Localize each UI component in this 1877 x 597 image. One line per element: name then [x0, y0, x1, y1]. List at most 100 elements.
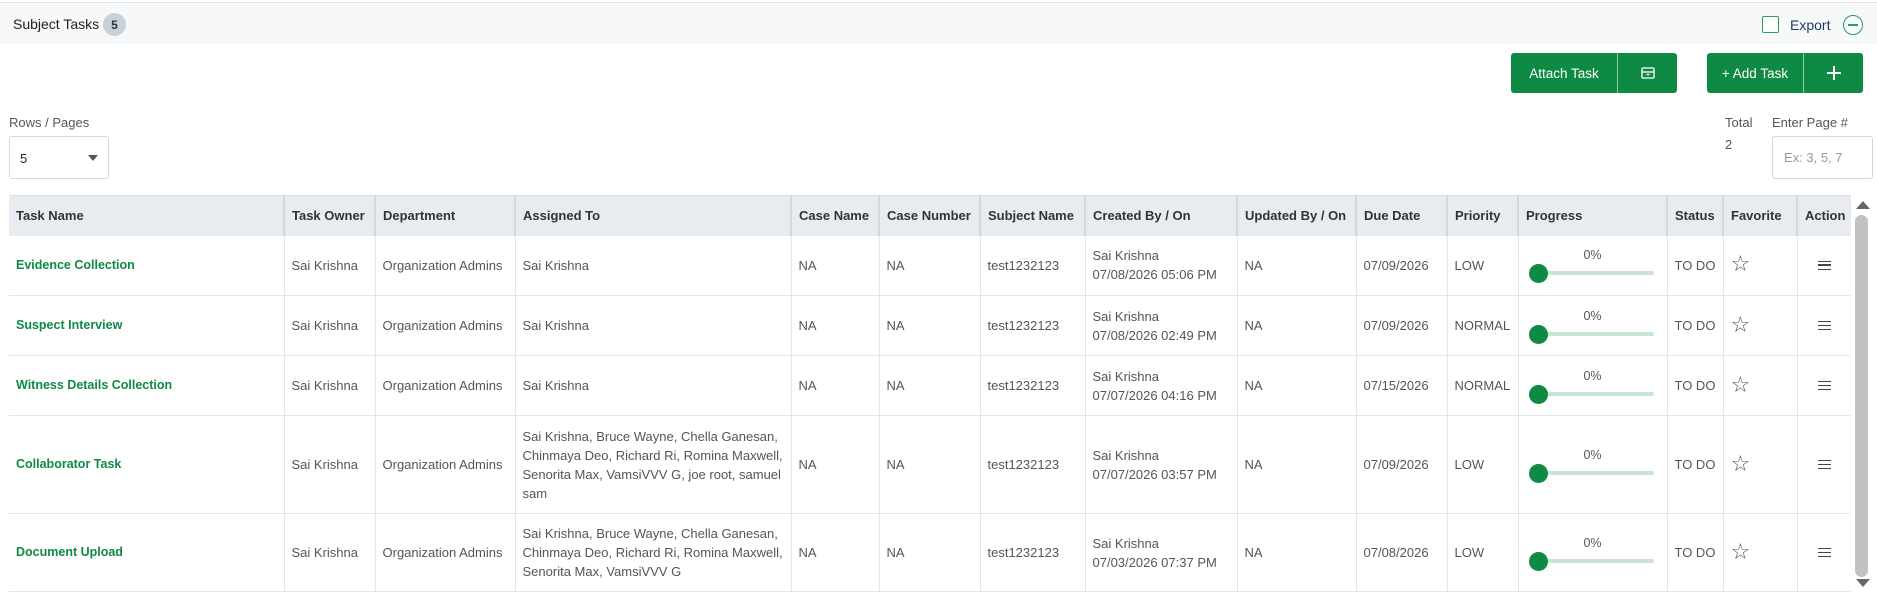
star-outline-icon[interactable]: ☆: [1731, 251, 1751, 276]
star-outline-icon[interactable]: ☆: [1731, 372, 1751, 397]
due-date-cell: 07/09/2026: [1356, 295, 1448, 356]
status-cell: TO DO: [1667, 295, 1724, 356]
task-name-link[interactable]: Witness Details Collection: [9, 355, 285, 416]
progress-cell: 0%: [1518, 513, 1668, 592]
progress-slider[interactable]: 0%: [1526, 305, 1660, 347]
column-header[interactable]: Favorite: [1723, 195, 1798, 236]
created-on: 07/08/2026 05:06 PM: [1092, 267, 1217, 283]
add-task-button[interactable]: + Add Task: [1707, 53, 1863, 93]
column-header[interactable]: Progress: [1518, 195, 1668, 236]
column-header[interactable]: Due Date: [1356, 195, 1448, 236]
task-name-link[interactable]: Evidence Collection: [9, 235, 285, 296]
table-row[interactable]: Evidence Collection Sai Krishna Organizati…: [9, 235, 1851, 296]
progress-handle[interactable]: [1528, 324, 1548, 344]
task-owner-cell: Sai Krishna: [284, 295, 376, 356]
table-row[interactable]: Suspect Interview Sai Krishna Organization…: [9, 295, 1851, 356]
favorite-cell: ☆: [1723, 415, 1798, 514]
star-outline-icon[interactable]: ☆: [1731, 539, 1751, 564]
department-cell: Organization Admins: [375, 355, 516, 416]
column-header[interactable]: Task Name: [9, 195, 285, 236]
rows-per-page-select[interactable]: 5: [9, 136, 109, 179]
due-date-cell: 07/08/2026: [1356, 513, 1448, 592]
column-header[interactable]: Subject Name: [980, 195, 1086, 236]
created-on: 07/07/2026 03:57 PM: [1092, 466, 1217, 482]
star-outline-icon[interactable]: ☆: [1731, 451, 1751, 476]
created-by-on-cell: Sai Krishna 07/07/2026 03:57 PM: [1085, 415, 1238, 514]
column-header[interactable]: Task Owner: [284, 195, 376, 236]
created-by-on-cell: Sai Krishna 07/08/2026 02:49 PM: [1085, 295, 1238, 356]
rows-per-page-value: 5: [20, 151, 28, 166]
collapse-icon[interactable]: [1843, 15, 1863, 35]
case-number-cell: NA: [879, 415, 981, 514]
task-count-badge: 5: [103, 13, 126, 36]
column-header[interactable]: Updated By / On: [1237, 195, 1357, 236]
progress-slider[interactable]: 0%: [1526, 244, 1660, 286]
chevron-down-icon: [88, 155, 98, 161]
scrollbar-thumb[interactable]: [1855, 215, 1868, 577]
column-header[interactable]: Created By / On: [1085, 195, 1238, 236]
table-row[interactable]: Collaborator Task Sai Krishna Organization…: [9, 415, 1851, 514]
assigned-to-cell: Sai Krishna: [515, 295, 792, 356]
assigned-to-cell: Sai Krishna: [515, 235, 792, 296]
created-by: Sai Krishna: [1092, 248, 1159, 264]
table-scrollbar[interactable]: [1851, 195, 1875, 590]
favorite-cell: ☆: [1723, 295, 1798, 356]
progress-slider[interactable]: 0%: [1526, 532, 1660, 574]
progress-handle[interactable]: [1528, 264, 1548, 284]
page-number-input[interactable]: [1772, 136, 1873, 179]
task-name-link[interactable]: Document Upload: [9, 513, 285, 592]
star-outline-icon[interactable]: ☆: [1731, 312, 1751, 337]
progress-percent: 0%: [1583, 308, 1602, 323]
scroll-down-icon[interactable]: [1856, 579, 1870, 587]
department-cell: Organization Admins: [375, 235, 516, 296]
priority-cell: NORMAL: [1447, 295, 1519, 356]
case-name-cell: NA: [791, 513, 880, 592]
subject-name-cell: test1232123: [980, 513, 1086, 592]
created-by: Sai Krishna: [1092, 368, 1159, 384]
assigned-to-cell: Sai Krishna, Bruce Wayne, Chella Ganesan…: [515, 513, 792, 592]
scroll-up-icon[interactable]: [1856, 201, 1870, 209]
attach-task-label: Attach Task: [1529, 65, 1599, 81]
table-header-row: Task Name Task Owner Department Assigned…: [9, 195, 1851, 236]
progress-cell: 0%: [1518, 355, 1668, 416]
priority-cell: NORMAL: [1447, 355, 1519, 416]
progress-handle[interactable]: [1528, 384, 1548, 404]
total-label: Total: [1725, 115, 1753, 130]
due-date-cell: 07/15/2026: [1356, 355, 1448, 416]
progress-cell: 0%: [1518, 295, 1668, 356]
progress-handle[interactable]: [1528, 551, 1548, 571]
section-header: Subject Tasks 5 Export: [0, 2, 1877, 44]
table-row[interactable]: Document Upload Sai Krishna Organization A…: [9, 513, 1851, 592]
column-header[interactable]: Assigned To: [515, 195, 792, 236]
column-header[interactable]: Case Name: [791, 195, 880, 236]
progress-slider[interactable]: 0%: [1526, 365, 1660, 407]
column-header[interactable]: Department: [375, 195, 516, 236]
hamburger-menu-icon[interactable]: [1817, 260, 1831, 270]
tasks-table: Task Name Task Owner Department Assigned…: [9, 195, 1851, 592]
case-name-cell: NA: [791, 355, 880, 416]
progress-slider[interactable]: 0%: [1526, 444, 1660, 486]
hamburger-menu-icon[interactable]: [1817, 321, 1831, 330]
progress-handle[interactable]: [1528, 463, 1548, 483]
page-number-label: Enter Page #: [1772, 115, 1848, 130]
column-header[interactable]: Priority: [1447, 195, 1519, 236]
export-label[interactable]: Export: [1790, 17, 1830, 33]
table-row[interactable]: Witness Details Collection Sai Krishna Org…: [9, 355, 1851, 416]
plus-icon: [1803, 53, 1863, 93]
export-checkbox[interactable]: [1762, 16, 1779, 33]
created-by: Sai Krishna: [1092, 447, 1159, 463]
hamburger-menu-icon[interactable]: [1817, 381, 1831, 390]
task-owner-cell: Sai Krishna: [284, 415, 376, 514]
subject-name-cell: test1232123: [980, 235, 1086, 296]
task-name-link[interactable]: Suspect Interview: [9, 295, 285, 356]
updated-by-on-cell: NA: [1237, 235, 1357, 296]
hamburger-menu-icon[interactable]: [1817, 548, 1831, 557]
due-date-cell: 07/09/2026: [1356, 235, 1448, 296]
case-number-cell: NA: [879, 513, 981, 592]
column-header[interactable]: Status: [1667, 195, 1724, 236]
column-header[interactable]: Action: [1797, 195, 1851, 236]
attach-task-button[interactable]: Attach Task: [1511, 53, 1677, 93]
task-name-link[interactable]: Collaborator Task: [9, 415, 285, 514]
column-header[interactable]: Case Number: [879, 195, 981, 236]
hamburger-menu-icon[interactable]: [1817, 460, 1831, 469]
